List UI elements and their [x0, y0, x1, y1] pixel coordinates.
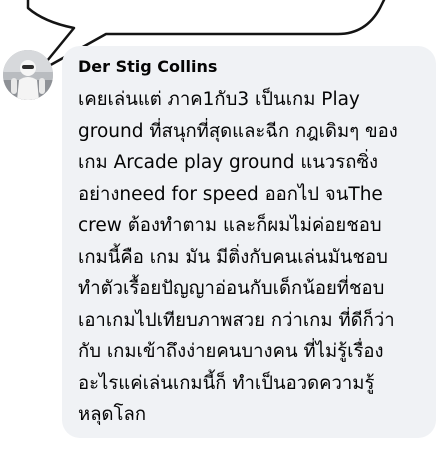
comment-text-line: อะไรแค่เล่นเกมนี้ก็ ทำเป็นอวดความรู้: [78, 372, 375, 394]
comment-screenshot: Der Stig Collins เคยเล่นแต่ ภาค1กับ3 เป็…: [0, 0, 447, 454]
comment-text-line: crew ต้องทำตาม และก็ผมไม่ค่อยชอบ: [78, 215, 382, 236]
comment-text-line: เกมนี้คือ เกม มัน มีติ่งกับคนเล่นมันชอบ: [78, 246, 388, 268]
user-avatar-icon[interactable]: [3, 50, 53, 100]
comment-author-name[interactable]: Der Stig Collins: [78, 56, 217, 78]
comment-text-line: เอาเกมไปเทียบภาพสวย กว่าเกม ที่ดีก็ว่า: [78, 309, 395, 331]
comment-text-line: เกม Arcade play ground แนวรถซิ่ง: [78, 152, 379, 173]
comment-text-line: ทำตัวเรื้อยปัญญาอ่อนกับเด็กน้อยที่ชอบ: [78, 278, 385, 299]
comment-text-line: ground ที่สนุกที่สุดและฉีก กฎเดิมๆ ของ: [78, 120, 398, 142]
comment-text-line: กับ เกมเข้าถึงง่ายคนบางคน ที่ไม่รู้เรื่อ…: [78, 341, 384, 362]
comment-text-line: หลุดโลก: [78, 404, 147, 425]
comment-text-line: เคยเล่นแต่ ภาค1กับ3 เป็นเกม Play: [78, 89, 360, 110]
comment-bubble: Der Stig Collins เคยเล่นแต่ ภาค1กับ3 เป็…: [62, 46, 436, 438]
comment-text: เคยเล่นแต่ ภาค1กับ3 เป็นเกม Play ground …: [78, 84, 428, 431]
comment-text-line: อย่างneed for speed ออกไป จนThe: [78, 183, 383, 205]
